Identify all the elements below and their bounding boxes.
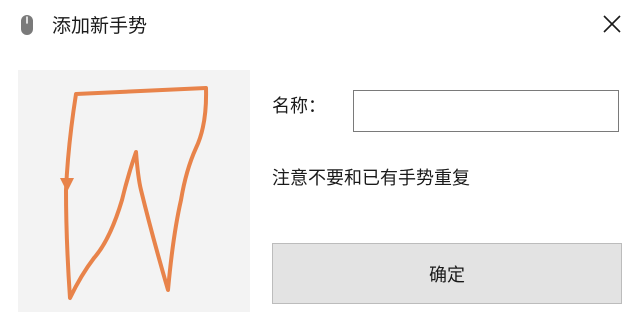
close-icon	[602, 14, 622, 38]
name-input[interactable]	[353, 90, 619, 132]
mouse-icon	[20, 14, 34, 36]
hint-text: 注意不要和已有手势重复	[272, 168, 470, 189]
gesture-stroke	[60, 86, 209, 300]
gesture-canvas[interactable]	[18, 70, 250, 312]
confirm-button[interactable]: 确定	[272, 243, 622, 304]
window-title: 添加新手势	[52, 15, 148, 37]
confirm-button-label: 确定	[429, 264, 465, 286]
close-button[interactable]	[592, 8, 632, 44]
name-label: 名称：	[272, 96, 326, 117]
title-bar: 添加新手势	[0, 0, 640, 52]
